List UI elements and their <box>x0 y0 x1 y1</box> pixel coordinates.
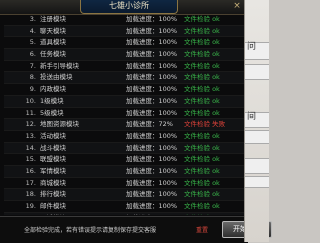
module-name: 任务模块 <box>40 50 66 59</box>
table-row: 15. 联盟模块 加载进度：100% 文件检验 ok <box>4 154 244 166</box>
check-status: 文件检验 ok <box>184 96 220 105</box>
row-number: 10. <box>25 96 36 105</box>
module-name: 活动模块 <box>40 131 66 140</box>
module-name: 排行模块 <box>40 190 66 199</box>
module-name: 内政模块 <box>40 85 66 94</box>
row-number: 7. <box>29 61 36 70</box>
module-name: 商城模块 <box>40 178 66 187</box>
table-row: 8. 投送由模块 加载进度：100% 文件检验 ok <box>4 72 244 85</box>
row-number: 19. <box>25 202 36 210</box>
module-name: 聊天模块 <box>40 26 66 35</box>
check-status: 文件检验 ok <box>184 166 220 175</box>
background-panel: 问 <box>245 42 269 60</box>
table-row: 20.郡城模块加载进度：100%文件检验 ok <box>4 212 244 215</box>
background-panel <box>245 158 269 174</box>
module-name: 战斗模块 <box>40 143 66 152</box>
footer-note: 全部检验完成，若有错误提示请复制保存提交客服 <box>24 227 157 234</box>
table-row: 16. 军情模块 加载进度：100% 文件检验 ok <box>4 165 244 178</box>
row-number: 12. <box>25 120 36 129</box>
module-name: 新手引导模块 <box>40 61 79 70</box>
row-number: 8. <box>29 73 36 82</box>
dialog-footer: 全部检验完成，若有错误提示请复制保存提交客服 重置 开始诊断 <box>0 216 272 243</box>
check-status: 文件检验 ok <box>184 131 220 140</box>
row-number: 18. <box>25 190 36 199</box>
module-name: 1级模块 <box>40 96 64 105</box>
table-row: 7. 新手引导模块 加载进度：100% 文件检验 ok <box>4 61 244 73</box>
close-icon[interactable]: × <box>232 2 242 11</box>
module-name: 邮件模块 <box>40 202 66 210</box>
check-status: 文件检验 ok <box>184 61 220 70</box>
dialog-title: 七雄小诊所 <box>80 0 178 14</box>
table-row: 19. 邮件模块 加载进度：100% 文件检验 ok <box>4 201 244 213</box>
module-list: 3. 注册模块 加载进度：100% 文件检验 ok 4. 聊天模块 加载进度：100% 文件检… <box>4 14 244 215</box>
module-name: 投送由模块 <box>40 73 73 82</box>
check-status: 文件检验 ok <box>184 38 220 47</box>
module-name: 5级模块 <box>40 108 64 117</box>
side-glyph-1: 问 <box>247 42 257 52</box>
row-number: 20. <box>24 213 36 215</box>
row-number: 14. <box>25 143 36 152</box>
check-status: 文件检验 ok <box>184 26 220 35</box>
check-status: 文件检验 ok <box>184 190 220 199</box>
table-row: 18. 排行模块 加载进度：100% 文件检验 ok <box>4 189 244 201</box>
row-number: 5. <box>29 38 36 47</box>
row-number: 16. <box>25 166 36 175</box>
background-panel: 间 <box>245 112 269 128</box>
table-row: 10. 1级模块 加载进度：100% 文件检验 ok <box>4 95 244 108</box>
check-status: 文件检验 ok <box>184 73 220 82</box>
check-status: 文件检验 ok <box>184 50 220 59</box>
side-glyph-2: 间 <box>247 112 257 122</box>
table-row: 12. 地图资源模块 加载进度：72% 文件检验 失败 <box>4 119 244 131</box>
check-status: 文件检验 ok <box>184 143 220 152</box>
table-row: 3. 注册模块 加载进度：100% 文件检验 ok <box>4 14 244 26</box>
table-row: 6. 任务模块 加载进度：100% 文件检验 ok <box>4 49 244 61</box>
check-status: 文件检验 ok <box>184 213 240 215</box>
check-status: 文件检验 ok <box>184 178 220 187</box>
table-row: 11. 5级模块 加载进度：100% 文件检验 ok <box>4 108 244 120</box>
row-number: 6. <box>29 50 36 59</box>
module-name: 地图资源模块 <box>40 120 79 129</box>
check-status: 文件检验 ok <box>184 85 220 94</box>
table-row: 17. 商城模块 加载进度：100% 文件检验 ok <box>4 178 244 190</box>
background-panel <box>245 130 269 144</box>
row-number: 13. <box>25 131 36 140</box>
row-number: 15. <box>25 155 36 164</box>
table-row: 4. 聊天模块 加载进度：100% 文件检验 ok <box>4 25 244 38</box>
background-panel <box>245 176 269 188</box>
module-name: 联盟模块 <box>40 155 66 164</box>
row-number: 11. <box>25 108 36 117</box>
table-row: 14. 战斗模块 加载进度：100% 文件检验 ok <box>4 142 244 155</box>
row-number: 4. <box>29 26 36 35</box>
check-status: 文件检验 ok <box>184 202 220 210</box>
background-window-strip: 问 间 <box>244 0 269 242</box>
table-row: 9. 内政模块 加载进度：100% 文件检验 ok <box>4 84 244 96</box>
check-status: 文件检验 ok <box>184 108 220 117</box>
dialog-titlebar: 七雄小诊所 × <box>0 0 248 15</box>
module-name: 注册模块 <box>40 15 66 23</box>
row-number: 17. <box>25 178 36 187</box>
row-number: 9. <box>29 85 36 94</box>
check-status: 文件检验 失败 <box>184 120 226 129</box>
reset-link[interactable]: 重置 <box>196 225 208 234</box>
background-panel <box>245 64 269 80</box>
check-status: 文件检验 ok <box>184 15 220 23</box>
row-number: 3. <box>29 15 36 23</box>
diagnostic-dialog: 七雄小诊所 × 3. 注册模块 加载进度：100% 文件检验 ok 4. 聊天模块 加载进度… <box>0 0 272 243</box>
module-name: 郡城模块 <box>40 213 110 215</box>
check-status: 文件检验 ok <box>184 155 220 164</box>
table-row: 13. 活动模块 加载进度：100% 文件检验 ok <box>4 131 244 143</box>
module-name: 军情模块 <box>40 166 66 175</box>
table-row: 5. 道具模块 加载进度：100% 文件检验 ok <box>4 37 244 50</box>
module-name: 道具模块 <box>40 38 66 47</box>
